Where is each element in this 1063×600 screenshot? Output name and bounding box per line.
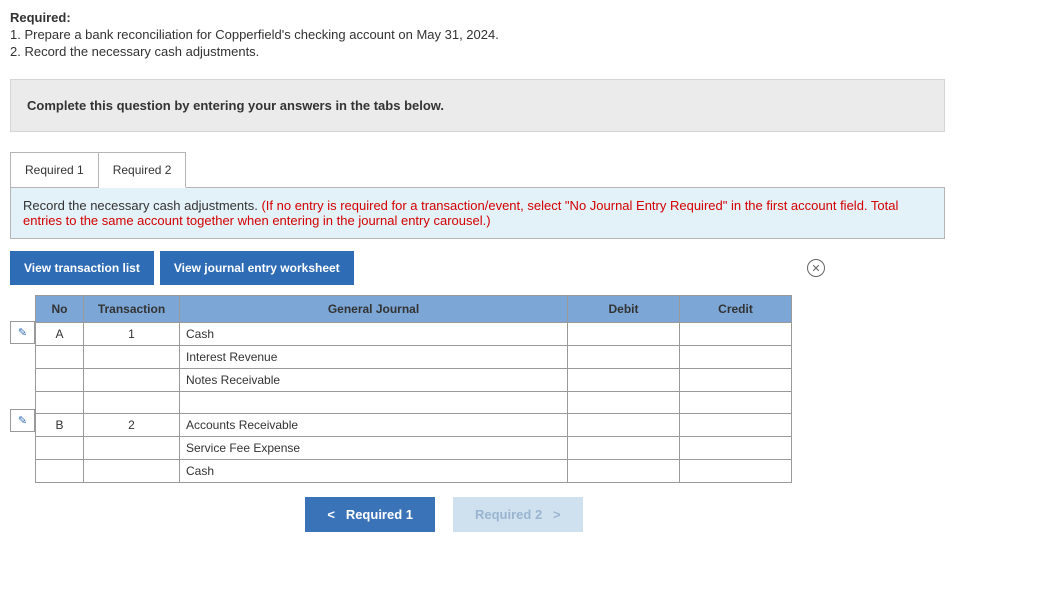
cell-credit[interactable] [680, 369, 792, 392]
next-label: Required 2 [475, 507, 542, 522]
journal-table: No Transaction General Journal Debit Cre… [35, 295, 792, 483]
edit-row-a-button[interactable]: ✎ [11, 321, 35, 343]
cell-credit[interactable] [680, 460, 792, 483]
required-heading: Required: [10, 10, 1053, 25]
table-row: Cash [36, 460, 792, 483]
tab-required-2[interactable]: Required 2 [99, 152, 187, 188]
cell-account[interactable]: Service Fee Expense [180, 437, 568, 460]
header-general-journal: General Journal [180, 296, 568, 323]
cell-debit[interactable] [568, 323, 680, 346]
header-no: No [36, 296, 84, 323]
cell-no[interactable] [36, 460, 84, 483]
prev-label: Required 1 [346, 507, 413, 522]
cell-no[interactable] [36, 437, 84, 460]
cell-account[interactable]: Interest Revenue [180, 346, 568, 369]
chevron-right-icon: > [553, 507, 561, 522]
cell-tx[interactable] [84, 346, 180, 369]
header-transaction: Transaction [84, 296, 180, 323]
cell-no[interactable]: A [36, 323, 84, 346]
cell-tx[interactable]: 2 [84, 414, 180, 437]
cell-debit[interactable] [568, 369, 680, 392]
cell-debit[interactable] [568, 460, 680, 483]
cell-tx[interactable]: 1 [84, 323, 180, 346]
cell-debit[interactable] [568, 437, 680, 460]
cell-no[interactable] [36, 369, 84, 392]
table-row: Notes Receivable [36, 369, 792, 392]
cell-debit[interactable] [568, 392, 680, 414]
cell-account[interactable] [180, 392, 568, 414]
cell-credit[interactable] [680, 392, 792, 414]
cell-tx[interactable] [84, 437, 180, 460]
prompt-text: Record the necessary cash adjustments. [23, 198, 261, 213]
edit-row-b-button[interactable]: ✎ [11, 409, 35, 431]
table-row: B 2 Accounts Receivable [36, 414, 792, 437]
cell-no[interactable]: B [36, 414, 84, 437]
table-row [36, 392, 792, 414]
cell-tx[interactable] [84, 392, 180, 414]
table-row: Interest Revenue [36, 346, 792, 369]
header-credit: Credit [680, 296, 792, 323]
cell-debit[interactable] [568, 346, 680, 369]
cell-credit[interactable] [680, 414, 792, 437]
prompt-box: Record the necessary cash adjustments. (… [10, 187, 945, 239]
journal-body: A 1 Cash Interest Revenue Notes Receivab… [36, 323, 792, 483]
cell-account[interactable]: Notes Receivable [180, 369, 568, 392]
cell-no[interactable] [36, 392, 84, 414]
tab-required-1[interactable]: Required 1 [10, 152, 99, 188]
journal-table-wrap: ✎ ✎ No Transaction General Journal Debit… [10, 295, 1053, 483]
view-journal-worksheet-button[interactable]: View journal entry worksheet [160, 251, 354, 285]
next-required-button[interactable]: Required 2 > [453, 497, 583, 532]
cell-account[interactable]: Cash [180, 460, 568, 483]
edit-handle-column: ✎ ✎ [10, 295, 35, 475]
required-item-1: 1. Prepare a bank reconciliation for Cop… [10, 27, 1053, 42]
table-row: Service Fee Expense [36, 437, 792, 460]
required-item-2: 2. Record the necessary cash adjustments… [10, 44, 1053, 59]
prev-required-button[interactable]: < Required 1 [305, 497, 435, 532]
cell-no[interactable] [36, 346, 84, 369]
cell-credit[interactable] [680, 323, 792, 346]
close-icon[interactable]: ✕ [807, 259, 825, 277]
table-row: A 1 Cash [36, 323, 792, 346]
cell-credit[interactable] [680, 346, 792, 369]
cell-debit[interactable] [568, 414, 680, 437]
view-transaction-list-button[interactable]: View transaction list [10, 251, 154, 285]
required-list: 1. Prepare a bank reconciliation for Cop… [10, 27, 1053, 59]
header-debit: Debit [568, 296, 680, 323]
cell-account[interactable]: Accounts Receivable [180, 414, 568, 437]
chevron-left-icon: < [327, 507, 335, 522]
instruction-box: Complete this question by entering your … [10, 79, 945, 132]
cell-tx[interactable] [84, 460, 180, 483]
tabs-row: Required 1 Required 2 [10, 152, 945, 188]
cell-account[interactable]: Cash [180, 323, 568, 346]
cell-tx[interactable] [84, 369, 180, 392]
cell-credit[interactable] [680, 437, 792, 460]
